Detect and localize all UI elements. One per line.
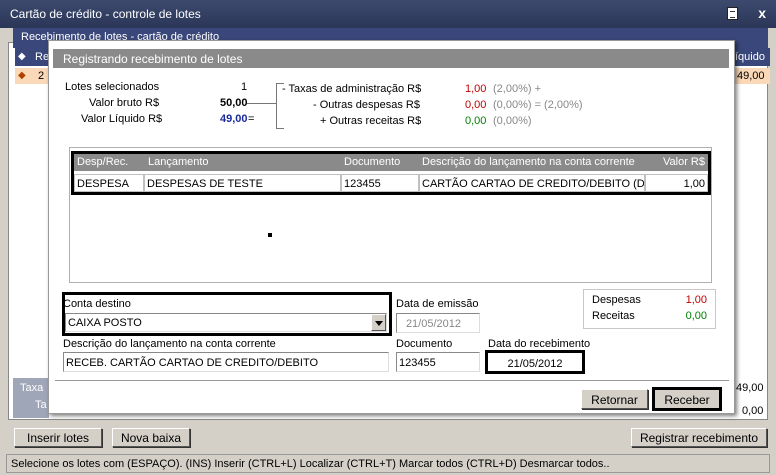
recebimento-label: Data do recebimento: [488, 338, 591, 350]
retornar-button[interactable]: Retornar: [581, 389, 648, 409]
bg-row-stub-right: 49,00: [737, 70, 765, 82]
outras-despesas-pct: (0,00%) = (2,00%): [493, 99, 583, 111]
bg-col-stub-right: íquido: [735, 51, 765, 63]
status-bar: Selecione os lotes com (ESPAÇO). (INS) I…: [6, 454, 770, 473]
taxas-pct: (2,00%) +: [493, 83, 541, 95]
chevron-down-icon: [375, 321, 383, 326]
dialog-title: Registrando recebimento de lotes: [53, 49, 729, 68]
taxas-label: - Taxas de administração R$: [282, 83, 422, 95]
conta-destino-value: CAIXA POSTO: [68, 317, 142, 329]
liquido-value: 49,00: [220, 113, 248, 125]
dropdown-button[interactable]: [371, 314, 386, 331]
registro-dialog: Registrando recebimento de lotes Lotes s…: [48, 40, 735, 414]
bg-col-stub-left: Re: [35, 51, 50, 63]
table-cell[interactable]: DESPESAS DE TESTE: [144, 174, 341, 192]
registrar-recebimento-button[interactable]: Registrar recebimento: [631, 428, 767, 447]
taxas-value: 1,00: [465, 83, 487, 95]
document-icon[interactable]: [727, 7, 738, 20]
status-text: Selecione os lotes com (ESPAÇO). (INS) I…: [11, 458, 610, 470]
bruto-label: Valor bruto R$: [89, 97, 160, 109]
table-cell[interactable]: DESPESA: [74, 174, 144, 192]
documento-field[interactable]: 123455: [396, 352, 480, 372]
emissao-field[interactable]: 21/05/2012: [396, 313, 480, 333]
col-documento[interactable]: Documento: [341, 154, 419, 171]
despesas-value: 1,00: [685, 294, 707, 306]
emissao-label: Data de emissão: [396, 298, 479, 310]
dialog-divider: [55, 380, 729, 381]
table-cell[interactable]: CARTÃO CARTAO DE CREDITO/DEBITO (DESP: [419, 174, 645, 192]
col-valor[interactable]: Valor R$: [645, 154, 708, 171]
col-descricao[interactable]: Descrição do lançamento na conta corrent…: [419, 154, 645, 171]
inserir-lotes-button[interactable]: Inserir lotes: [14, 428, 102, 447]
descricao-field[interactable]: RECEB. CARTÃO CARTAO DE CREDITO/DEBITO: [63, 352, 389, 372]
conta-destino-label: Conta destino: [63, 298, 131, 310]
window-title: Cartão de crédito - controle de lotes: [10, 7, 201, 21]
documento-label: Documento: [396, 338, 453, 350]
outras-receitas-value: 0,00: [465, 115, 487, 127]
receber-button[interactable]: Receber: [652, 387, 722, 411]
table-cell[interactable]: 1,00: [645, 174, 708, 192]
bg-taxa-value: 49,00: [736, 382, 764, 394]
liquido-label: Valor Líquido R$: [81, 113, 163, 125]
recebimento-field[interactable]: 21/05/2012: [485, 350, 585, 374]
outras-despesas-value: 0,00: [465, 99, 487, 111]
connector-line: [247, 103, 277, 104]
bg-ta-value: 0,00: [742, 405, 764, 417]
nova-baixa-button[interactable]: Nova baixa: [112, 428, 190, 447]
outras-receitas-label: + Outras receitas R$: [320, 115, 422, 127]
outras-despesas-label: - Outras despesas R$: [313, 99, 420, 111]
close-icon[interactable]: x: [758, 5, 766, 21]
liquido-suffix: =: [248, 113, 255, 125]
bg-row-stub-left: 2: [38, 70, 45, 82]
window-titlebar: Cartão de crédito - controle de lotes: [0, 0, 776, 28]
lotes-label: Lotes selecionados: [65, 81, 160, 93]
lancamentos-table[interactable]: Desp/Rec. Lançamento Documento Descrição…: [71, 151, 711, 195]
totals-box: Despesas 1,00 Receitas 0,00: [583, 289, 716, 329]
grid-dot: [268, 233, 272, 237]
receitas-value: 0,00: [685, 310, 707, 322]
bruto-value: 50,00: [220, 97, 248, 109]
outras-receitas-pct: (0,00%): [493, 115, 532, 127]
col-desp-rec[interactable]: Desp/Rec.: [74, 154, 145, 171]
table-cell[interactable]: 123455: [341, 174, 419, 192]
despesas-label: Despesas: [592, 294, 641, 306]
conta-destino-select[interactable]: CAIXA POSTO: [65, 313, 387, 332]
row-marker-icon: ◆: [18, 70, 26, 81]
bg-taxa-label: Taxa: [20, 382, 44, 394]
descricao-label: Descrição do lançamento na conta corrent…: [63, 338, 276, 350]
bg-ta-label: Ta: [35, 399, 47, 411]
diamond-icon: ◆: [18, 51, 26, 62]
lotes-value: 1: [241, 81, 248, 93]
col-lancamento[interactable]: Lançamento: [145, 154, 341, 171]
receitas-label: Receitas: [592, 310, 635, 322]
